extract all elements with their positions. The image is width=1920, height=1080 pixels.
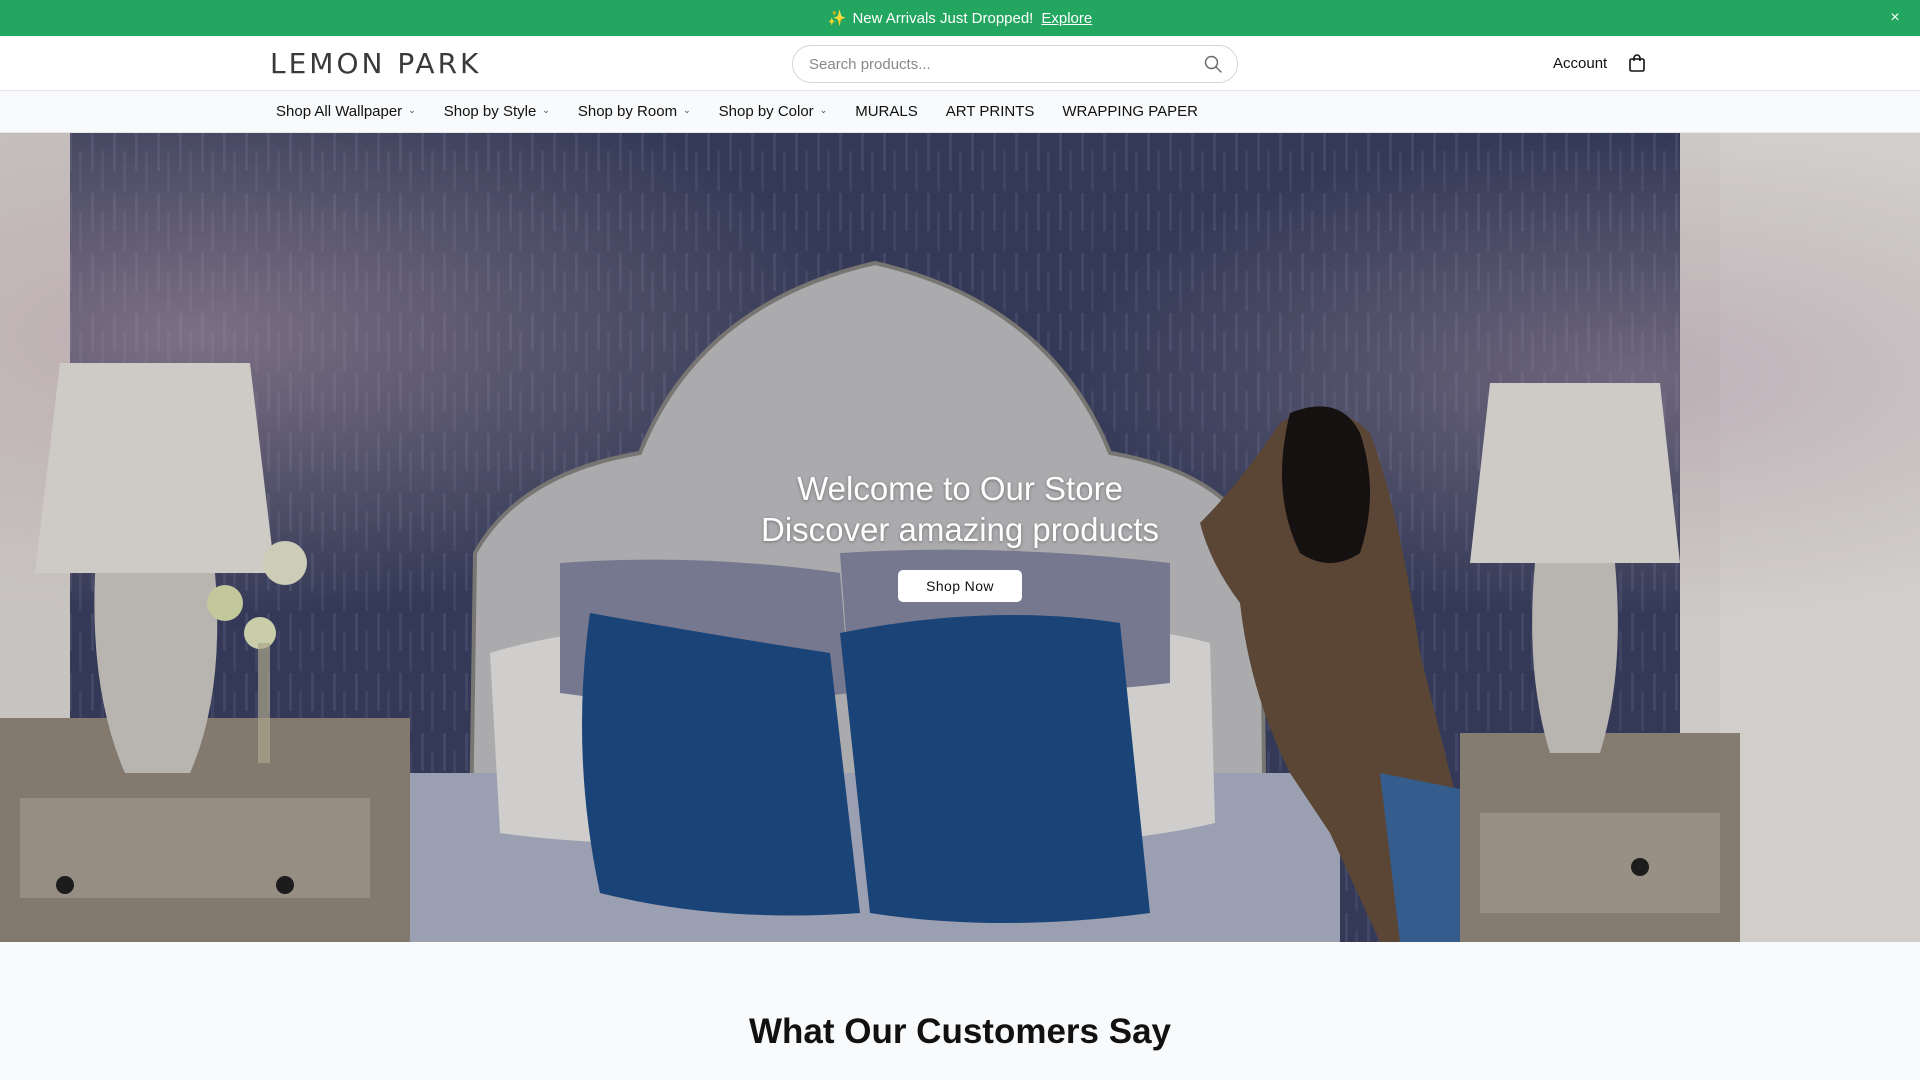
shopping-bag-icon[interactable] [1628, 53, 1646, 73]
nav-item-label: WRAPPING PAPER [1062, 103, 1198, 120]
explore-link[interactable]: Explore [1041, 10, 1092, 27]
section-title: What Our Customers Say [748, 1012, 1172, 1051]
search-icon[interactable] [1203, 54, 1223, 74]
hero-title-line1: Welcome to Our Store [797, 470, 1123, 507]
chevron-down-icon: ⌄ [683, 105, 691, 115]
chevron-down-icon: ⌄ [408, 105, 416, 115]
nav-item-shop-by-color[interactable]: Shop by Color ⌄ [719, 103, 828, 120]
logo[interactable]: LEMON PARK [270, 47, 481, 80]
account-link[interactable]: Account [1553, 55, 1607, 72]
nav-item-label: Shop All Wallpaper [276, 103, 403, 120]
announcement-bar: ✨ New Arrivals Just Dropped! Explore × [0, 0, 1920, 36]
nav-item-shop-by-room[interactable]: Shop by Room ⌄ [578, 103, 691, 120]
nav-item-shop-by-style[interactable]: Shop by Style ⌄ [444, 103, 550, 120]
nav-item-label: Shop by Style [443, 103, 537, 120]
nav-item-shop-all-wallpaper[interactable]: Shop All Wallpaper ⌄ [276, 103, 416, 120]
chevron-down-icon: ⌄ [542, 105, 550, 115]
sparkle-icon: ✨ [827, 10, 847, 27]
chevron-down-icon: ⌄ [819, 105, 828, 115]
search-bar [792, 45, 1238, 83]
announcement-text: New Arrivals Just Dropped! [852, 9, 1034, 27]
search-input[interactable] [793, 46, 1203, 82]
nav-item-label: Shop by Room [577, 103, 678, 120]
shop-now-button[interactable]: Shop Now [898, 570, 1022, 602]
hero-title-line2: Discover amazing products [761, 511, 1159, 548]
close-icon[interactable]: × [1886, 9, 1904, 27]
main-nav: Shop All Wallpaper ⌄ Shop by Style ⌄ Sho… [0, 91, 1920, 133]
nav-item-murals[interactable]: MURALS [855, 103, 918, 120]
nav-item-label: MURALS [855, 103, 918, 120]
hero-content: Welcome to Our Store Discover amazing pr… [0, 468, 1920, 602]
nav-item-label: Shop by Color [718, 103, 814, 120]
nav-item-label: ART PRINTS [945, 103, 1035, 120]
site-header: LEMON PARK Account [0, 36, 1920, 91]
nav-item-wrapping-paper[interactable]: WRAPPING PAPER [1062, 103, 1198, 120]
nav-item-art-prints[interactable]: ART PRINTS [946, 103, 1035, 120]
hero-banner: Welcome to Our Store Discover amazing pr… [0, 133, 1920, 942]
testimonials-section: What Our Customers Say [0, 942, 1920, 1080]
